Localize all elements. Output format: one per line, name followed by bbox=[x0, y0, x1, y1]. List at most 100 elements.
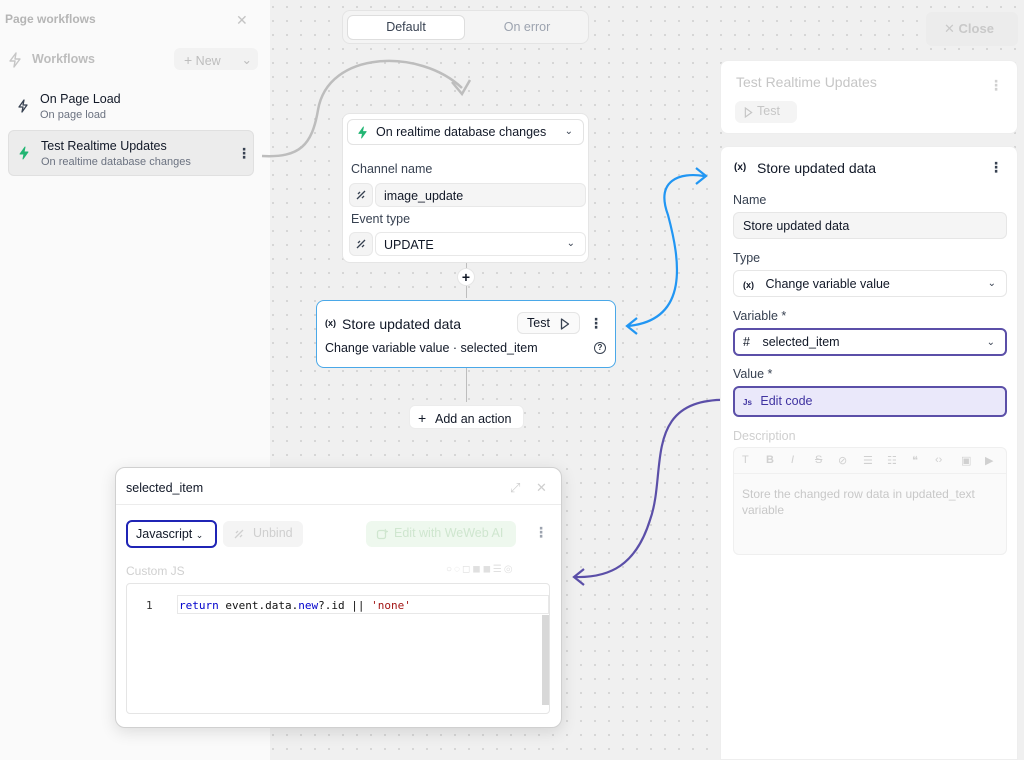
variable-value: selected_item bbox=[762, 335, 840, 349]
bind-formula-button[interactable] bbox=[349, 232, 373, 256]
value-label: Value * bbox=[733, 367, 773, 381]
popup-title: selected_item bbox=[126, 481, 204, 495]
variable-label: Variable * bbox=[733, 309, 787, 323]
variable-select[interactable]: # selected_item ⌄ bbox=[733, 328, 1007, 356]
close-icon: ✕ bbox=[944, 21, 955, 36]
flow-line bbox=[466, 286, 467, 298]
test-workflow-button[interactable]: Test bbox=[735, 101, 797, 123]
name-label: Name bbox=[733, 193, 767, 207]
type-select[interactable]: (x) Change variable value ⌄ bbox=[733, 270, 1007, 297]
action-title: Store updated data bbox=[757, 160, 877, 176]
italic-icon[interactable]: I bbox=[791, 454, 794, 466]
quote-icon[interactable]: ❝ bbox=[912, 454, 918, 467]
js-icon: Js bbox=[743, 398, 752, 407]
bold-icon[interactable]: B bbox=[766, 454, 774, 466]
insert-step-button[interactable]: + bbox=[457, 268, 475, 286]
code-string: 'none' bbox=[371, 599, 411, 612]
channel-name-label: Channel name bbox=[351, 162, 433, 176]
rich-text-toolbar: T B I S ⊘ ☰ ☷ ❝ ‹› ▣ ▶ bbox=[734, 448, 1006, 474]
strikethrough-icon[interactable]: S bbox=[815, 454, 822, 466]
variable-icon: (x) bbox=[734, 162, 747, 173]
editor-toolbar-icons[interactable]: ○◌◻◼◼☰◎ bbox=[446, 564, 515, 575]
event-type-select[interactable]: UPDATE ⌄ bbox=[375, 232, 586, 256]
event-type-label: Event type bbox=[351, 212, 411, 226]
unbind-label: Unbind bbox=[253, 526, 293, 540]
vertical-scrollbar[interactable] bbox=[542, 615, 549, 705]
edit-with-ai-button[interactable]: Edit with WeWeb AI bbox=[366, 521, 516, 547]
chevron-down-icon: ⌄ bbox=[987, 278, 996, 289]
unlink-icon bbox=[356, 190, 366, 200]
chevron-down-icon: ⌄ bbox=[566, 238, 575, 249]
workflow-title: Test Realtime Updates bbox=[736, 74, 877, 90]
code-editor-popup: selected_item ⤢ ✕ Javascript ⌄ Unbind Ed… bbox=[115, 467, 562, 728]
bullet-list-icon[interactable]: ☰ bbox=[863, 454, 873, 467]
more-options-icon[interactable]: ⋮ bbox=[989, 77, 1003, 94]
ordered-list-icon[interactable]: ☷ bbox=[887, 454, 897, 467]
play-icon bbox=[560, 318, 570, 330]
action-card-store-updated-data[interactable]: (x) Store updated data Test ⋮ Change var… bbox=[316, 300, 616, 368]
type-label: Type bbox=[733, 251, 761, 265]
bind-formula-button[interactable] bbox=[349, 183, 373, 207]
action-title: Store updated data bbox=[342, 316, 462, 332]
code-icon[interactable]: ‹› bbox=[935, 454, 942, 466]
text-style-icon[interactable]: T bbox=[742, 454, 749, 466]
chevron-down-icon: ⌄ bbox=[986, 337, 995, 348]
chevron-down-icon: ⌄ bbox=[195, 530, 204, 540]
language-value: Javascript bbox=[136, 527, 193, 541]
edit-code-label: Edit code bbox=[760, 394, 813, 408]
tab-on-error[interactable]: On error bbox=[469, 15, 585, 40]
more-options-icon[interactable]: ⋮ bbox=[534, 524, 548, 541]
ai-sparkle-icon bbox=[376, 528, 388, 540]
more-options-icon[interactable]: ⋮ bbox=[589, 315, 603, 332]
chevron-down-icon: ⌄ bbox=[564, 126, 573, 137]
trigger-select[interactable]: On realtime database changes ⌄ bbox=[347, 119, 584, 145]
divider bbox=[116, 504, 561, 505]
ai-button-label: Edit with WeWeb AI bbox=[394, 526, 504, 540]
name-input[interactable]: Store updated data bbox=[733, 212, 1007, 239]
tab-default[interactable]: Default bbox=[347, 15, 465, 40]
action-settings-panel: (x) Store updated data ⋮ Name Store upda… bbox=[720, 146, 1018, 760]
trigger-label: On realtime database changes bbox=[376, 125, 547, 139]
trigger-card: On realtime database changes ⌄ Channel n… bbox=[342, 113, 589, 263]
link-icon[interactable]: ⊘ bbox=[838, 454, 847, 467]
unbind-button[interactable]: Unbind bbox=[223, 521, 303, 547]
code-text: event.data. bbox=[218, 599, 299, 612]
close-button-label: Close bbox=[958, 21, 994, 36]
test-button-label: Test bbox=[757, 104, 780, 118]
description-editor[interactable]: T B I S ⊘ ☰ ☷ ❝ ‹› ▣ ▶ Store the changed… bbox=[733, 447, 1007, 555]
edit-code-button[interactable]: Js Edit code bbox=[733, 386, 1007, 417]
event-type-value: UPDATE bbox=[384, 238, 434, 252]
plus-icon: + bbox=[418, 410, 427, 426]
blue-connector-arrow bbox=[627, 174, 705, 328]
language-select[interactable]: Javascript ⌄ bbox=[126, 520, 217, 548]
help-icon[interactable]: ? bbox=[594, 342, 606, 354]
variable-icon: (x) bbox=[325, 318, 336, 328]
flow-line bbox=[466, 368, 467, 402]
unlink-icon bbox=[234, 529, 244, 539]
expand-icon[interactable]: ⤢ bbox=[510, 480, 520, 495]
video-icon[interactable]: ▶ bbox=[985, 454, 993, 467]
variable-icon: (x) bbox=[743, 280, 754, 290]
play-icon bbox=[744, 107, 753, 118]
custom-js-label: Custom JS bbox=[126, 564, 185, 578]
description-placeholder: Store the changed row data in updated_te… bbox=[742, 487, 975, 517]
code-line[interactable]: return event.data.new?.id || 'none' bbox=[177, 595, 549, 614]
code-editor[interactable]: 1 return event.data.new?.id || 'none' bbox=[126, 583, 550, 714]
lightning-icon bbox=[358, 126, 367, 139]
popup-window-controls: ⤢ ✕ bbox=[510, 480, 547, 496]
channel-name-input[interactable]: image_update bbox=[375, 183, 586, 207]
description-label: Description bbox=[733, 429, 796, 443]
type-value: Change variable value bbox=[765, 277, 890, 291]
line-number: 1 bbox=[146, 599, 153, 612]
code-keyword: new bbox=[298, 599, 319, 612]
test-action-button[interactable]: Test bbox=[517, 312, 580, 334]
unlink-icon bbox=[356, 239, 366, 249]
more-options-icon[interactable]: ⋮ bbox=[989, 159, 1003, 176]
image-icon[interactable]: ▣ bbox=[961, 454, 971, 467]
number-icon: # bbox=[743, 335, 750, 349]
add-action-button[interactable]: + Add an action bbox=[409, 405, 524, 429]
test-button-label: Test bbox=[527, 316, 550, 330]
close-icon[interactable]: ✕ bbox=[536, 480, 547, 495]
add-action-label: Add an action bbox=[434, 412, 512, 426]
close-button[interactable]: ✕ Close bbox=[926, 12, 1018, 46]
